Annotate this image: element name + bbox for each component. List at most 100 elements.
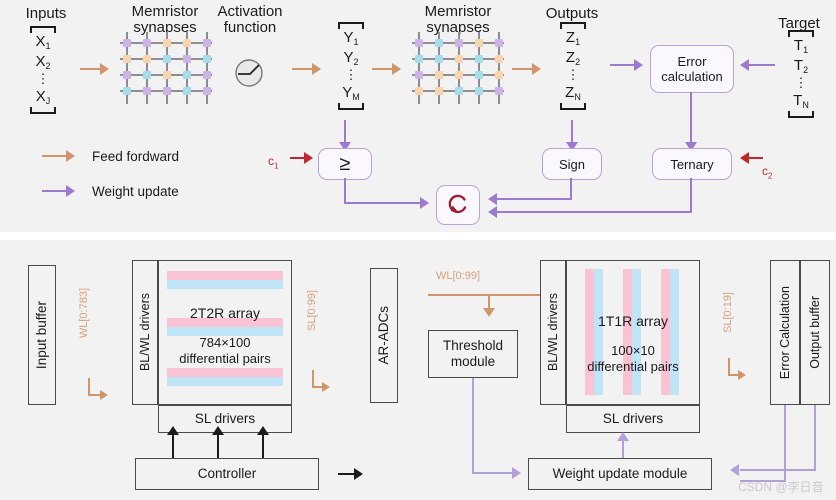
controller-arrow-2-head <box>212 426 224 435</box>
array-1t1r-stripes <box>567 261 699 404</box>
bracket-bottom <box>548 103 598 109</box>
input-buffer-box[interactable]: Input buffer <box>28 265 56 405</box>
top-panel-architecture: Inputs Memristor synapses Activation fun… <box>0 0 836 232</box>
input-xj-sub: J <box>45 96 51 106</box>
path-sign-left <box>496 198 572 201</box>
weight-update-loop-box[interactable] <box>436 185 480 225</box>
output-z2: Z <box>565 49 576 66</box>
bracket-top <box>326 22 376 28</box>
bus-wl-99-head-down <box>483 308 495 317</box>
hidden-y2: Y <box>343 49 354 66</box>
threshold-module-line1: Threshold <box>442 338 504 353</box>
header-memristor-synapses-2-line1: Memristor <box>424 3 492 20</box>
bus-sl-99: SL[0:99] <box>306 290 318 331</box>
target-tn: T <box>793 92 803 109</box>
controller-arrow-2-shaft <box>217 432 220 458</box>
hidden-ym-sub: M <box>352 92 360 102</box>
path-threshold-module-head <box>512 467 521 479</box>
array-2t2r-box[interactable]: 2T2R array 784×100 differential pairs <box>158 260 292 405</box>
bracket-bottom <box>18 107 68 113</box>
output-z1: Z <box>565 29 576 46</box>
path-ternary-down <box>690 178 693 213</box>
input-x1: X <box>35 33 46 50</box>
error-calculation-box-hw[interactable]: Error Calculation <box>770 260 800 405</box>
path-threshold-module-right <box>472 472 516 475</box>
array-1t1r-title: 1T1R array <box>597 312 669 329</box>
bus-wl-783: WL[0:783] <box>78 288 90 338</box>
hidden-y2-sub: 2 <box>353 57 359 67</box>
path-ternary-left <box>496 211 692 214</box>
controller-arrow-1-shaft <box>172 432 175 458</box>
legend-weight-update-label: Weight update <box>92 184 179 199</box>
array-2t2r-title: 2T2R array <box>189 304 261 321</box>
ar-adcs-label: AR-ADCs <box>376 306 391 365</box>
output-z1-sub: 1 <box>575 37 581 47</box>
path-threshold-down <box>344 178 347 204</box>
memristor-crossbar-2 <box>412 32 504 104</box>
path-threshold-module-down <box>472 378 475 474</box>
sl-drivers-1-label: SL drivers <box>194 411 256 426</box>
bus-sl-19: SL[0:19] <box>722 292 734 333</box>
ternary-box[interactable]: Ternary <box>652 148 732 180</box>
input-xj: X <box>35 88 46 105</box>
sl-drivers-2-box[interactable]: SL drivers <box>566 405 700 433</box>
path-wum-up-shaft <box>622 440 625 458</box>
threshold-comparator-box[interactable]: ≥ <box>318 148 372 180</box>
input-vector: X1 X2 ⋮ XJ <box>18 26 68 113</box>
output-z2-sub: 2 <box>575 57 581 67</box>
bracket-bottom <box>326 103 376 109</box>
target-tn-sub: N <box>802 100 809 110</box>
connector-output-to-sign <box>571 120 574 144</box>
error-calculation-label-hw: Error Calculation <box>778 285 792 380</box>
sign-label: Sign <box>558 156 586 172</box>
array-1t1r-sub-line1: 100×10 <box>611 342 655 358</box>
bl-wl-drivers-2-label: BL/WL drivers <box>546 293 560 372</box>
controller-arrow-3-shaft <box>262 432 265 458</box>
legend-feed-forward-label: Feed fordward <box>92 149 180 164</box>
ternary-label: Ternary <box>670 156 714 172</box>
array-1t1r-sub-line2: differential pairs <box>587 358 679 374</box>
figure-root: Inputs Memristor synapses Activation fun… <box>0 0 836 500</box>
error-calculation-line2: calculation <box>661 69 723 84</box>
threshold-symbol: ≥ <box>339 152 351 175</box>
weight-update-module-label: Weight update module <box>552 466 688 481</box>
input-x2-sub: 2 <box>45 61 51 71</box>
bracket-bottom <box>776 111 826 117</box>
constant-c2-label: c2 <box>762 164 773 181</box>
error-calculation-box[interactable]: Error calculation <box>650 45 734 93</box>
output-buffer-box[interactable]: Output buffer <box>800 260 830 405</box>
bl-wl-drivers-1-box[interactable]: BL/WL drivers <box>132 260 158 405</box>
controller-arrow-3-head <box>257 426 269 435</box>
sign-box[interactable]: Sign <box>542 148 602 180</box>
output-zn-sub: N <box>574 92 581 102</box>
array-1t1r-box[interactable]: 1T1R array 100×10 differential pairs <box>566 260 700 405</box>
path-feedback-head <box>730 464 739 476</box>
weight-update-module-box[interactable]: Weight update module <box>528 458 712 490</box>
path-ternary-head <box>488 206 497 218</box>
path-sign-head <box>488 193 497 205</box>
memristor-crossbar-1 <box>120 32 212 104</box>
array-2t2r-sub-line2: differential pairs <box>179 350 271 366</box>
ar-adcs-box[interactable]: AR-ADCs <box>370 268 398 403</box>
sigmoid-curve-icon <box>234 58 264 93</box>
output-zn: Z <box>565 84 575 101</box>
target-t2: T <box>793 57 804 74</box>
hidden-y1-sub: 1 <box>353 37 359 47</box>
controller-box[interactable]: Controller <box>135 458 319 490</box>
output-vdots: ⋮ <box>566 67 580 82</box>
output-vector: Z1 Z2 ⋮ ZN <box>548 22 598 109</box>
target-t1: T <box>793 37 804 54</box>
bracket-top <box>776 30 826 36</box>
threshold-module-line2: module <box>450 354 496 369</box>
target-vector: T1 T2 ⋮ TN <box>776 30 826 117</box>
array-2t2r-stripes <box>159 261 291 404</box>
path-threshold-head <box>420 197 429 209</box>
threshold-module-box[interactable]: Threshold module <box>428 330 518 378</box>
refresh-loop-icon <box>445 191 471 220</box>
controller-arrow-1-head <box>167 426 179 435</box>
bl-wl-drivers-1-label: BL/WL drivers <box>138 293 152 372</box>
hidden-ym: Y <box>342 84 353 101</box>
hidden-y1: Y <box>343 29 354 46</box>
bracket-top <box>18 26 68 32</box>
bl-wl-drivers-2-box[interactable]: BL/WL drivers <box>540 260 566 405</box>
